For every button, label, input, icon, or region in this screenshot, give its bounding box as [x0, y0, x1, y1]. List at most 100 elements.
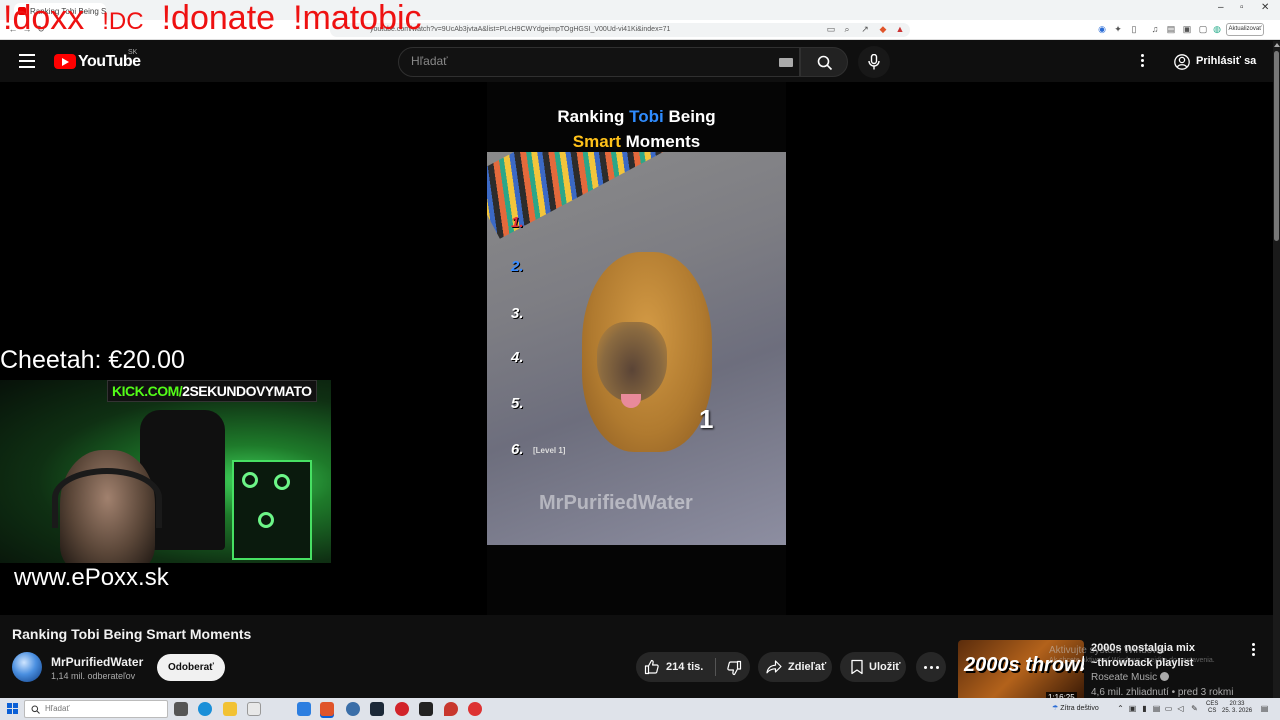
like-divider — [715, 658, 716, 676]
tray-app-icon[interactable]: ▮ — [1140, 704, 1149, 713]
extension-icon[interactable]: ◉ — [1097, 24, 1107, 34]
network-icon[interactable]: ▭ — [1164, 704, 1173, 713]
command-donate: !donate — [161, 0, 276, 37]
subscribe-button[interactable]: Odoberať — [157, 654, 225, 681]
notifications-icon[interactable]: ▤ — [1260, 704, 1269, 713]
maximize-icon[interactable]: ▫ — [1240, 2, 1244, 13]
like-dislike-group: 214 tis. — [636, 652, 750, 682]
pen-icon[interactable]: ✎ — [1190, 704, 1199, 713]
verified-icon — [1160, 672, 1170, 681]
tray-app-icon[interactable]: ▣ — [1128, 704, 1137, 713]
recommendation-menu-icon[interactable] — [1252, 643, 1256, 657]
store-icon[interactable] — [247, 702, 261, 716]
mail-icon[interactable] — [297, 702, 311, 716]
opera-icon[interactable] — [395, 702, 409, 716]
search-icon — [31, 705, 40, 714]
video-title: Ranking Tobi Being Smart Moments — [12, 626, 252, 642]
search-input[interactable] — [411, 54, 751, 68]
sign-in-label: Prihlásiť sa — [1196, 55, 1257, 67]
tabs-icon[interactable]: ▤ — [1166, 24, 1176, 34]
more-actions-button[interactable] — [916, 652, 946, 682]
sidebar-icon[interactable]: ▯ — [1129, 24, 1139, 34]
windows-taskbar: ☂ Zítra deštivo ⌃ ▣ ▮ ▤ ▭ ◁ ✎ CESCS 20:3… — [0, 698, 1280, 720]
update-button[interactable]: Aktualizovať — [1226, 23, 1264, 36]
clock-time: 20:33 — [1229, 701, 1245, 707]
brave-browser-icon[interactable] — [320, 702, 334, 716]
minimize-icon[interactable]: – — [1218, 2, 1224, 13]
streamer-website: www.ePoxx.sk — [14, 564, 169, 591]
puzzle-icon[interactable]: ✦ — [1113, 24, 1123, 34]
save-label: Uložiť — [869, 661, 901, 673]
streamer-webcam — [0, 380, 331, 563]
keyboard-icon[interactable] — [779, 58, 793, 67]
bookmark-icon — [851, 659, 863, 675]
microphone-icon — [868, 54, 880, 70]
obs-icon[interactable] — [419, 702, 433, 716]
rewards-icon[interactable]: ▲ — [895, 24, 905, 34]
scrollbar-thumb[interactable] — [1274, 51, 1279, 241]
media-icon[interactable]: ♫ — [1150, 24, 1160, 34]
channel-avatar[interactable] — [12, 652, 42, 682]
file-explorer-icon[interactable] — [223, 702, 237, 716]
headphones — [52, 468, 162, 528]
brave-shield-icon[interactable]: ◆ — [878, 24, 888, 34]
taskbar-search[interactable] — [24, 700, 168, 718]
recommendation-channel[interactable]: Roseate Music — [1091, 672, 1170, 683]
edge-icon[interactable] — [198, 702, 212, 716]
subscriber-count: 1,14 mil. odberateľov — [51, 671, 136, 681]
clock-date: 25. 3. 2026 — [1222, 708, 1253, 714]
like-count: 214 tis. — [666, 661, 704, 673]
short-title-part: Moments — [620, 132, 701, 151]
tray-chevron-icon[interactable]: ⌃ — [1116, 704, 1125, 713]
cast-icon[interactable]: ▭ — [826, 24, 836, 34]
app-icon[interactable] — [346, 702, 360, 716]
rank-label: 3. — [511, 305, 524, 322]
sign-in-button[interactable]: Prihlásiť sa — [1166, 47, 1262, 77]
maps-icon[interactable] — [444, 702, 458, 716]
save-button[interactable]: Uložiť — [840, 652, 906, 682]
close-icon[interactable]: ✕ — [1261, 2, 1269, 13]
vpn-icon[interactable]: ◍ — [1212, 24, 1222, 34]
weather-widget[interactable]: ☂ Zítra deštivo — [1052, 704, 1099, 712]
task-view-icon[interactable] — [174, 702, 188, 716]
share-label: Zdieľať — [788, 661, 827, 673]
zoom-icon[interactable]: ⌕ — [842, 24, 852, 34]
dislike-button[interactable] — [720, 652, 750, 682]
hamburger-menu-icon[interactable] — [19, 54, 35, 68]
activate-windows-hint: Ak chcete aktivovať Windows, prejdite do… — [1049, 657, 1215, 664]
recorder-icon[interactable] — [468, 702, 482, 716]
rain-cloud-icon: ☂ — [1052, 705, 1059, 712]
steam-icon[interactable] — [370, 702, 384, 716]
system-clock[interactable]: 20:33 25. 3. 2026 — [1222, 701, 1252, 715]
short-video-frame: Ranking Tobi Being Smart Moments 1. 2. 3… — [487, 82, 786, 615]
taskbar-search-input[interactable] — [45, 704, 155, 713]
short-title-highlight-tobi: Tobi — [629, 107, 664, 126]
rank-label: 4. — [511, 349, 524, 366]
tray-app-icon[interactable]: ▤ — [1152, 704, 1161, 713]
rank-level-label: [Level 1] — [533, 446, 566, 455]
downloads-icon[interactable]: ▣ — [1182, 24, 1192, 34]
dog-head — [597, 322, 667, 402]
stream-commands-overlay: !doxx !DC !donate !matobic — [3, 0, 440, 38]
short-title-part: Ranking — [557, 107, 630, 126]
more-options-icon[interactable] — [1140, 54, 1146, 70]
short-title-part: Being — [663, 107, 716, 126]
input-language[interactable]: CES CS — [1206, 701, 1218, 715]
volume-icon[interactable]: ◁ — [1176, 704, 1185, 713]
like-button[interactable]: 214 tis. — [636, 652, 712, 682]
voice-search-button[interactable] — [858, 46, 890, 78]
thumbs-down-icon — [727, 660, 742, 676]
command-matobic: !matobic — [293, 0, 422, 37]
pc-case — [232, 460, 312, 560]
windows-start-icon[interactable] — [7, 703, 18, 714]
share-page-icon[interactable]: ↗ — [860, 24, 870, 34]
wallet-icon[interactable]: ▢ — [1198, 24, 1208, 34]
kick-channel-name: 2SEKUNDOVYMATO — [182, 383, 312, 399]
share-button[interactable]: Zdieľať — [758, 652, 832, 682]
page-scrollbar[interactable] — [1273, 41, 1280, 698]
search-button[interactable] — [800, 47, 848, 77]
thumbs-up-icon — [644, 659, 659, 675]
dog-video-frame: 1. 2. 3. 4. 5. 6. [Level 1] 1 MrPurified… — [487, 152, 786, 545]
channel-name[interactable]: MrPurifiedWater — [51, 655, 143, 669]
scroll-up-icon[interactable] — [1274, 43, 1280, 47]
